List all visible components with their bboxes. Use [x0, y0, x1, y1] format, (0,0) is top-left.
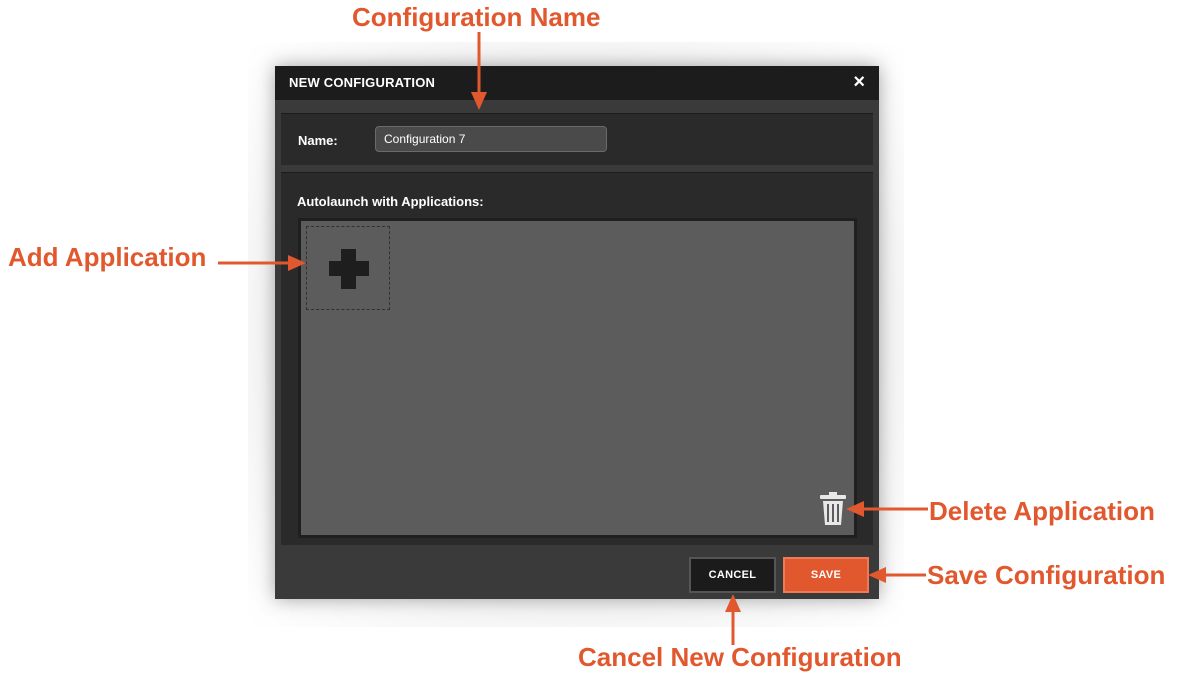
callout-configuration-name: Configuration Name — [352, 2, 601, 32]
callout-delete-application: Delete Application — [929, 496, 1155, 526]
callout-cancel-new-configuration: Cancel New Configuration — [578, 642, 902, 672]
callout-save-configuration: Save Configuration — [927, 560, 1166, 590]
callout-add-application: Add Application — [8, 242, 207, 272]
